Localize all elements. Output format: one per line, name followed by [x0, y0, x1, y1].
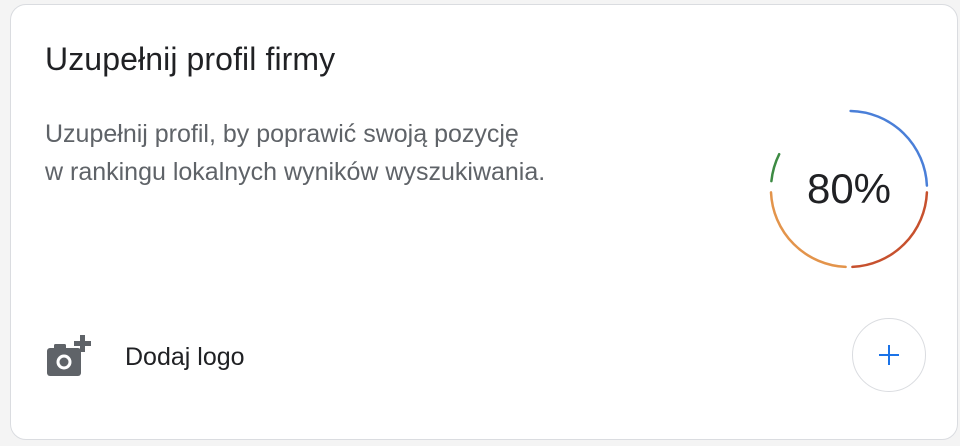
- plus-icon: [879, 345, 899, 365]
- card-title: Uzupełnij profil firmy: [45, 41, 336, 77]
- description-line-1: Uzupełnij profil, by poprawić swoją pozy…: [45, 120, 519, 148]
- add-logo-button[interactable]: [852, 318, 926, 392]
- card-description: Uzupełnij profil, by poprawić swoją pozy…: [45, 115, 545, 191]
- task-add-logo[interactable]: Dodaj logo: [45, 325, 285, 389]
- completion-progress-ring: 80%: [761, 101, 937, 277]
- profile-completion-card: Uzupełnij profil firmy Uzupełnij profil,…: [10, 4, 958, 440]
- description-line-2: w rankingu lokalnych wyników wyszukiwani…: [45, 158, 546, 186]
- task-label: Dodaj logo: [125, 343, 245, 371]
- progress-percentage: 80%: [806, 165, 892, 212]
- add-photo-icon: [47, 335, 91, 376]
